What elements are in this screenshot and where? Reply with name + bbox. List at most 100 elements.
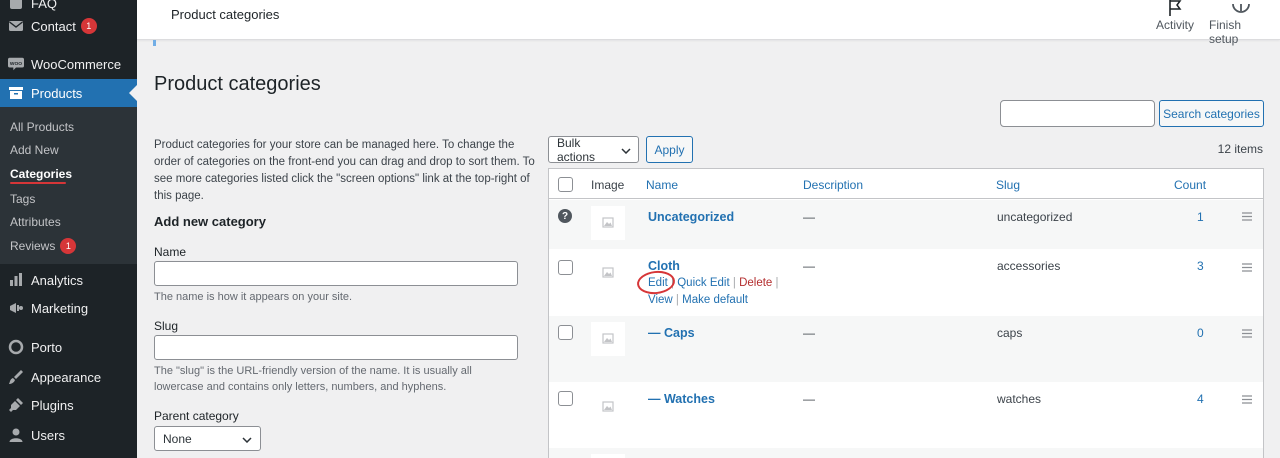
help-icon: ?	[558, 209, 572, 223]
annotation-underline	[10, 182, 66, 184]
bulk-actions-value: Bulk actions	[557, 135, 596, 164]
menu-item-users[interactable]: Users	[0, 421, 137, 449]
category-count-link[interactable]: 4	[1197, 392, 1204, 406]
circle-icon	[8, 339, 24, 355]
menu-item-label: Appearance	[31, 369, 102, 385]
submenu-label: Reviews	[10, 239, 56, 253]
column-count[interactable]: Count	[1174, 178, 1206, 192]
make-default-link[interactable]: Make default	[682, 294, 748, 306]
bulk-actions-select[interactable]: Bulk actions	[548, 135, 639, 164]
drag-handle-icon[interactable]	[1242, 260, 1252, 275]
category-slug: accessories	[997, 259, 1061, 273]
column-description[interactable]: Description	[803, 178, 863, 192]
category-count-link[interactable]: 3	[1197, 259, 1204, 273]
category-name-link[interactable]: — Watches	[648, 392, 715, 406]
slug-input[interactable]	[154, 335, 518, 360]
row-checkbox[interactable]	[558, 391, 573, 406]
menu-item-label: Products	[31, 85, 83, 101]
megaphone-icon	[8, 300, 24, 316]
brush-icon	[8, 369, 24, 385]
placeholder-image-icon	[591, 322, 625, 356]
drag-handle-icon[interactable]	[1242, 392, 1252, 407]
chevron-down-icon	[242, 432, 252, 446]
submenu-reviews[interactable]: Reviews 1	[10, 238, 77, 254]
submenu-add-new[interactable]: Add New	[10, 143, 59, 157]
category-description: —	[803, 326, 815, 340]
search-categories-button[interactable]: Search categories	[1159, 100, 1264, 127]
table-header: Image Name Description Slug Count	[549, 169, 1263, 199]
admin-sidebar: FAQ Contact 1 WOO WooCommerce Products A…	[0, 0, 137, 458]
separator: |	[775, 277, 779, 289]
menu-item-label: Plugins	[31, 397, 74, 413]
apply-button[interactable]: Apply	[646, 136, 693, 163]
menu-item-marketing[interactable]: Marketing	[0, 294, 137, 322]
search-input[interactable]	[1000, 100, 1155, 127]
table-row: — Caps — caps 0	[549, 316, 1263, 382]
slug-label: Slug	[154, 319, 179, 333]
mail-icon	[8, 18, 24, 34]
row-checkbox[interactable]	[558, 260, 573, 275]
slug-help: The "slug" is the URL-friendly version o…	[154, 365, 472, 393]
plug-icon	[8, 397, 24, 413]
separator: |	[732, 277, 736, 289]
view-link[interactable]: View	[648, 294, 673, 306]
column-name[interactable]: Name	[646, 178, 678, 192]
select-all-checkbox[interactable]	[558, 177, 573, 192]
svg-text:WOO: WOO	[10, 61, 22, 67]
submenu-label: Categories	[10, 167, 73, 181]
name-help: The name is how it appears on your site.	[154, 291, 353, 303]
delete-link[interactable]: Delete	[739, 277, 772, 289]
placeholder-image-icon	[591, 390, 625, 424]
menu-item-label: WooCommerce	[31, 56, 122, 72]
menu-item-analytics[interactable]: Analytics	[0, 266, 137, 294]
menu-item-label: Marketing	[31, 300, 89, 316]
add-category-title: Add new category	[154, 214, 266, 229]
menu-item-label: Contact	[31, 18, 76, 34]
finish-setup-button[interactable]: Finish setup	[1209, 0, 1273, 46]
menu-item-woocommerce[interactable]: WOO WooCommerce	[0, 50, 137, 78]
progress-circle-icon	[1231, 0, 1251, 16]
column-slug[interactable]: Slug	[996, 178, 1020, 192]
parent-category-select[interactable]: None	[154, 426, 261, 451]
submenu-tags[interactable]: Tags	[10, 192, 35, 206]
category-description: —	[803, 210, 815, 224]
user-icon	[8, 427, 24, 443]
drag-handle-icon[interactable]	[1242, 209, 1252, 224]
menu-item-contact[interactable]: Contact 1	[0, 12, 137, 40]
quick-edit-link[interactable]: Quick Edit	[677, 277, 729, 289]
category-name-link[interactable]: — Caps	[648, 326, 695, 340]
notification-badge: 1	[80, 18, 97, 34]
topbar-title: Product categories	[171, 7, 280, 22]
placeholder-image-icon	[591, 454, 625, 458]
menu-item-plugins[interactable]: Plugins	[0, 391, 137, 419]
placeholder-image-icon	[591, 256, 625, 290]
page-title: Product categories	[154, 73, 321, 95]
drag-handle-icon[interactable]	[1242, 326, 1252, 341]
category-slug: uncategorized	[997, 210, 1073, 224]
menu-item-appearance[interactable]: Appearance	[0, 363, 137, 391]
category-count-link[interactable]: 1	[1197, 210, 1204, 224]
submenu-attributes[interactable]: Attributes	[10, 215, 61, 229]
activity-button[interactable]: Activity	[1151, 0, 1199, 32]
table-row: — Watches — watches 4	[549, 382, 1263, 448]
notification-badge: 1	[60, 238, 77, 254]
menu-item-porto[interactable]: Porto	[0, 333, 137, 361]
menu-item-products[interactable]: Products	[0, 79, 137, 107]
submenu-all-products[interactable]: All Products	[10, 120, 74, 134]
category-count-link[interactable]: 0	[1197, 326, 1204, 340]
name-input[interactable]	[154, 261, 518, 286]
category-name-link[interactable]: Uncategorized	[648, 210, 734, 224]
row-checkbox[interactable]	[558, 325, 573, 340]
intro-text: Product categories for your store can be…	[154, 139, 535, 202]
items-count: 12 items	[1217, 142, 1263, 156]
table-row	[549, 448, 1263, 458]
top-bar: Product categories Activity Finish setup	[137, 0, 1280, 46]
column-image: Image	[591, 178, 625, 192]
archive-icon	[8, 85, 24, 101]
chevron-down-icon	[621, 143, 631, 157]
faq-icon	[8, 0, 24, 11]
menu-item-label: FAQ	[31, 0, 58, 11]
category-description: —	[803, 392, 815, 406]
submenu-categories[interactable]: Categories	[10, 167, 72, 181]
menu-item-label: Analytics	[31, 272, 84, 288]
